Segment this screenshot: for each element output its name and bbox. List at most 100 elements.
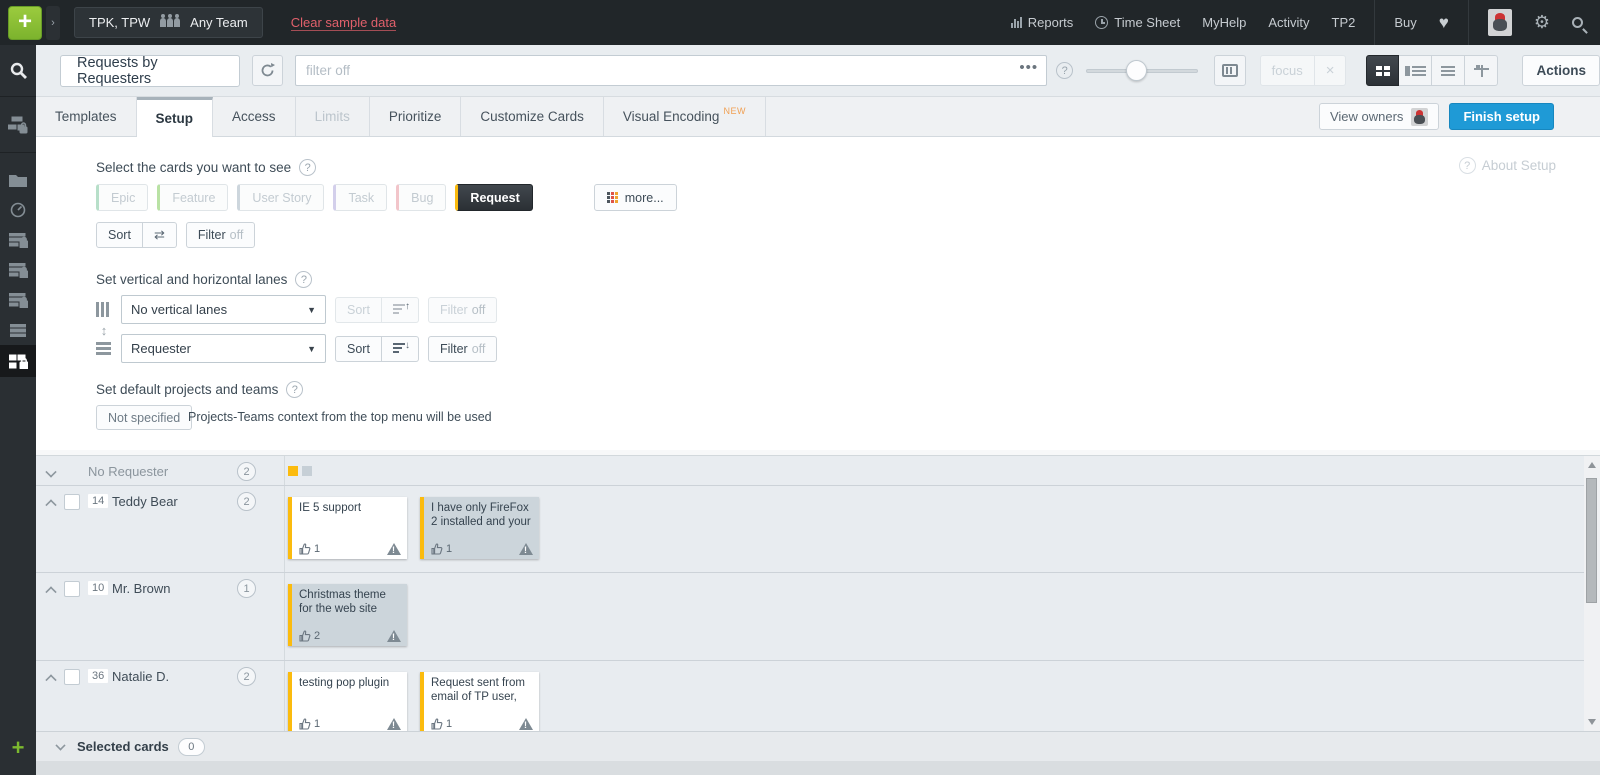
sidebar-search-button[interactable]: [0, 45, 36, 97]
refresh-button[interactable]: [252, 55, 283, 86]
zoom-slider-knob[interactable]: [1126, 60, 1148, 81]
thumbs-up-icon: [299, 718, 311, 730]
request-card[interactable]: Request sent from email of TP user, 1: [420, 672, 539, 731]
view-title[interactable]: Requests by Requesters: [60, 54, 241, 87]
sidebar-add-button[interactable]: +: [0, 735, 36, 761]
row-select-checkbox[interactable]: [64, 669, 80, 685]
clock-icon: [1095, 16, 1109, 29]
projects-teams-selector[interactable]: TPK, TPW Any Team: [74, 7, 263, 38]
sidebar-item-views-group[interactable]: [0, 97, 36, 153]
collapsed-card-indicator[interactable]: [288, 466, 298, 476]
menu-reports[interactable]: Reports: [1010, 15, 1073, 30]
tab-setup[interactable]: Setup: [136, 97, 214, 137]
menu-time-sheet[interactable]: Time Sheet: [1095, 15, 1180, 30]
request-card[interactable]: Christmas theme for the web site 2: [288, 584, 407, 646]
card-type-task[interactable]: Task: [333, 184, 388, 211]
horizontal-sort-button[interactable]: Sort: [335, 335, 382, 362]
tab-customize-cards[interactable]: Customize Cards: [461, 97, 604, 136]
view-mode-detail[interactable]: [1399, 55, 1433, 86]
more-types-button[interactable]: more...: [593, 184, 677, 211]
sidebar-item-board-3[interactable]: [0, 285, 36, 315]
sidebar-item-board-4[interactable]: [0, 315, 36, 345]
clear-sample-data-link[interactable]: Clear sample data: [290, 15, 397, 31]
card-type-user-story[interactable]: User Story: [237, 184, 325, 211]
row-select-checkbox[interactable]: [64, 581, 80, 597]
sidebar-item-dashboard[interactable]: [0, 195, 36, 225]
board-row-teddy-bear: 14 Teddy Bear 2 IE 5 support 1 I have on…: [36, 486, 1600, 573]
tab-visual-encoding[interactable]: Visual Encoding NEW: [604, 97, 766, 136]
not-specified-button[interactable]: Not specified: [96, 405, 193, 430]
zoom-slider[interactable]: [1086, 55, 1199, 86]
finish-setup-button[interactable]: Finish setup: [1449, 103, 1554, 130]
card-type-feature[interactable]: Feature: [157, 184, 229, 211]
horizontal-lanes-select[interactable]: Requester ▼: [121, 334, 326, 363]
focus-clear-button[interactable]: ×: [1314, 55, 1347, 86]
board-scrollbar[interactable]: [1584, 456, 1600, 731]
sidebar-item-board-1[interactable]: [0, 225, 36, 255]
about-setup-link[interactable]: ? About Setup: [1458, 157, 1556, 174]
user-avatar[interactable]: [1487, 9, 1512, 36]
row-select-checkbox[interactable]: [64, 494, 80, 510]
view-mode-board[interactable]: [1366, 55, 1400, 86]
request-card[interactable]: IE 5 support 1: [288, 497, 407, 559]
menu-myhelp[interactable]: MyHelp: [1202, 15, 1246, 30]
view-mode-list[interactable]: [1432, 55, 1466, 86]
chevron-down-icon[interactable]: [46, 465, 57, 476]
sidebar-item-projects[interactable]: [0, 165, 36, 195]
scroll-down-icon[interactable]: [1588, 719, 1596, 725]
chevron-up-icon[interactable]: [46, 670, 57, 681]
buy-link[interactable]: Buy: [1394, 15, 1416, 30]
menu-tp2[interactable]: TP2: [1332, 15, 1356, 30]
scrollbar-thumb[interactable]: [1586, 478, 1597, 603]
cards-filter-button[interactable]: Filter off: [185, 222, 256, 248]
collapsed-card-indicator[interactable]: [302, 466, 312, 476]
hierarchy-lock-icon: [8, 116, 28, 133]
likes-count: 2: [299, 630, 320, 642]
filter-input[interactable]: [294, 55, 1048, 86]
menu-activity[interactable]: Activity: [1268, 15, 1309, 30]
expand-context-button[interactable]: ›: [46, 5, 60, 40]
filter-more-icon[interactable]: •••: [1019, 59, 1038, 76]
scroll-up-icon[interactable]: [1588, 462, 1596, 468]
tab-templates[interactable]: Templates: [36, 97, 137, 136]
global-search-button[interactable]: [1572, 17, 1583, 28]
lanes-help-icon[interactable]: ?: [295, 271, 313, 288]
request-card[interactable]: I have only FireFox 2 installed and your…: [420, 497, 539, 559]
card-type-bug[interactable]: Bug: [396, 184, 447, 211]
collapse-columns-button[interactable]: [1214, 55, 1246, 86]
card-type-request[interactable]: Request: [455, 184, 533, 211]
help-icon: ?: [1458, 157, 1476, 174]
cards-help-icon[interactable]: ?: [299, 159, 317, 176]
view-owners-button[interactable]: View owners: [1318, 103, 1440, 130]
tab-prioritize[interactable]: Prioritize: [370, 97, 462, 136]
horizontal-filter-button[interactable]: Filter off: [427, 335, 498, 362]
warning-icon: [519, 543, 533, 555]
vertical-lanes-select[interactable]: No vertical lanes ▼: [121, 295, 326, 324]
owner-avatar: [1411, 107, 1429, 126]
focus-button[interactable]: focus: [1259, 55, 1315, 86]
settings-button[interactable]: ⚙: [1534, 12, 1550, 33]
actions-button[interactable]: Actions: [1522, 55, 1600, 86]
sidebar-item-board-2[interactable]: [0, 255, 36, 285]
board-toolbar: Requests by Requesters ••• ? focus × Act…: [36, 45, 1600, 97]
defaults-help-icon[interactable]: ?: [286, 381, 304, 398]
warning-icon: [387, 718, 401, 730]
sidebar-item-current-board[interactable]: [0, 345, 36, 377]
add-button[interactable]: +: [8, 5, 42, 40]
tab-access[interactable]: Access: [213, 97, 296, 136]
horizontal-sort-direction-button[interactable]: [381, 335, 419, 362]
filter-help-icon[interactable]: ?: [1056, 62, 1074, 79]
chevron-up-icon[interactable]: [46, 495, 57, 506]
cards-sort-button[interactable]: Sort: [96, 222, 143, 248]
tab-limits: Limits: [296, 97, 370, 136]
gauge-icon: [10, 202, 26, 218]
cards-sort-direction-button[interactable]: ⇄: [142, 222, 177, 248]
list-icon: [10, 323, 26, 337]
chevron-down-icon: ▼: [307, 343, 316, 354]
request-card[interactable]: testing pop plugin 1: [288, 672, 407, 731]
view-mode-timeline[interactable]: [1465, 55, 1499, 86]
chevron-up-icon[interactable]: [46, 582, 57, 593]
chevron-down-icon[interactable]: [56, 741, 67, 752]
favorites-button[interactable]: ♥: [1439, 13, 1449, 33]
card-type-epic[interactable]: Epic: [96, 184, 149, 211]
